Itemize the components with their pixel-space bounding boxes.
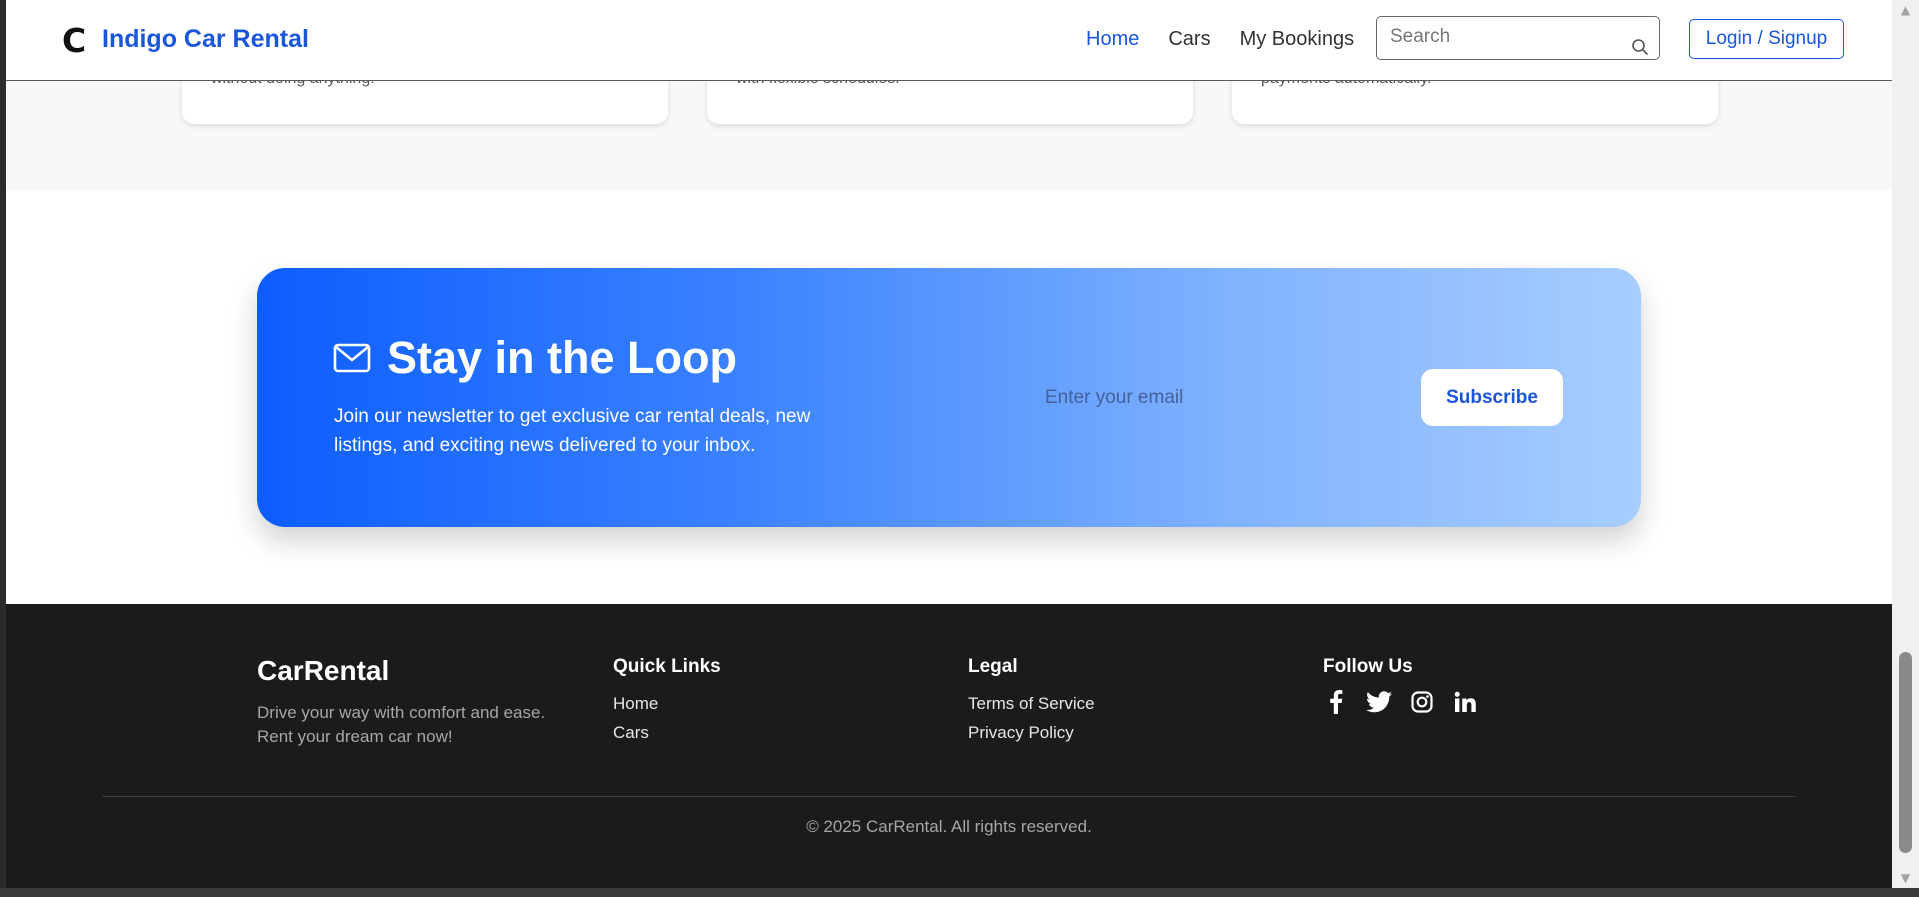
subscribe-button[interactable]: Subscribe — [1421, 369, 1563, 426]
page-viewport: without doing anything! with flexible sc… — [6, 0, 1892, 888]
instagram-icon[interactable] — [1409, 689, 1435, 715]
footer-link-home[interactable]: Home — [613, 689, 721, 718]
facebook-icon[interactable] — [1323, 689, 1349, 715]
footer-follow: Follow Us — [1323, 656, 1478, 715]
main-nav: Home Cars My Bookings — [1086, 28, 1354, 51]
social-links — [1323, 689, 1478, 715]
newsletter-banner: Stay in the Loop Join our newsletter to … — [257, 268, 1641, 527]
linkedin-icon[interactable] — [1452, 689, 1478, 715]
copyright-text: © 2025 CarRental. All rights reserved. — [806, 817, 1092, 836]
scrollbar[interactable]: ▲ ▼ — [1892, 0, 1919, 888]
login-signup-button[interactable]: Login / Signup — [1689, 19, 1844, 59]
search-box — [1376, 16, 1660, 60]
nav-link-home[interactable]: Home — [1086, 28, 1139, 51]
scrollbar-thumb[interactable] — [1899, 652, 1912, 853]
email-input[interactable] — [1045, 378, 1375, 418]
newsletter-title: Stay in the Loop — [387, 332, 738, 383]
brand-name[interactable]: Indigo Car Rental — [102, 25, 309, 54]
nav-link-my-bookings[interactable]: My Bookings — [1240, 28, 1355, 51]
footer-tagline: Drive your way with comfort and ease. Re… — [257, 703, 546, 746]
footer-link-privacy[interactable]: Privacy Policy — [968, 718, 1095, 747]
footer-divider — [102, 796, 1796, 797]
nav-link-cars[interactable]: Cars — [1168, 28, 1210, 51]
footer-heading: Follow Us — [1323, 656, 1413, 677]
footer-link-cars[interactable]: Cars — [613, 718, 721, 747]
search-input[interactable] — [1390, 17, 1620, 57]
window-bottom-edge — [0, 888, 1919, 897]
footer-legal: Legal Terms of Service Privacy Policy — [968, 656, 1095, 747]
twitter-icon[interactable] — [1366, 689, 1392, 715]
footer-heading: Legal — [968, 656, 1018, 677]
mail-icon — [333, 343, 371, 373]
footer-link-terms[interactable]: Terms of Service — [968, 689, 1095, 718]
newsletter-description: Join our newsletter to get exclusive car… — [334, 406, 811, 456]
scroll-up-icon[interactable]: ▲ — [1892, 0, 1919, 20]
logo-icon[interactable]: C — [62, 24, 86, 57]
search-icon[interactable] — [1631, 38, 1649, 56]
footer-quick-links: Quick Links Home Cars — [613, 656, 721, 747]
site-footer: CarRental Drive your way with comfort an… — [6, 604, 1892, 888]
scroll-down-icon[interactable]: ▼ — [1892, 868, 1919, 888]
site-header: C Indigo Car Rental Home Cars My Booking… — [6, 0, 1892, 81]
footer-heading: Quick Links — [613, 656, 721, 677]
footer-brand: CarRental — [257, 655, 390, 686]
